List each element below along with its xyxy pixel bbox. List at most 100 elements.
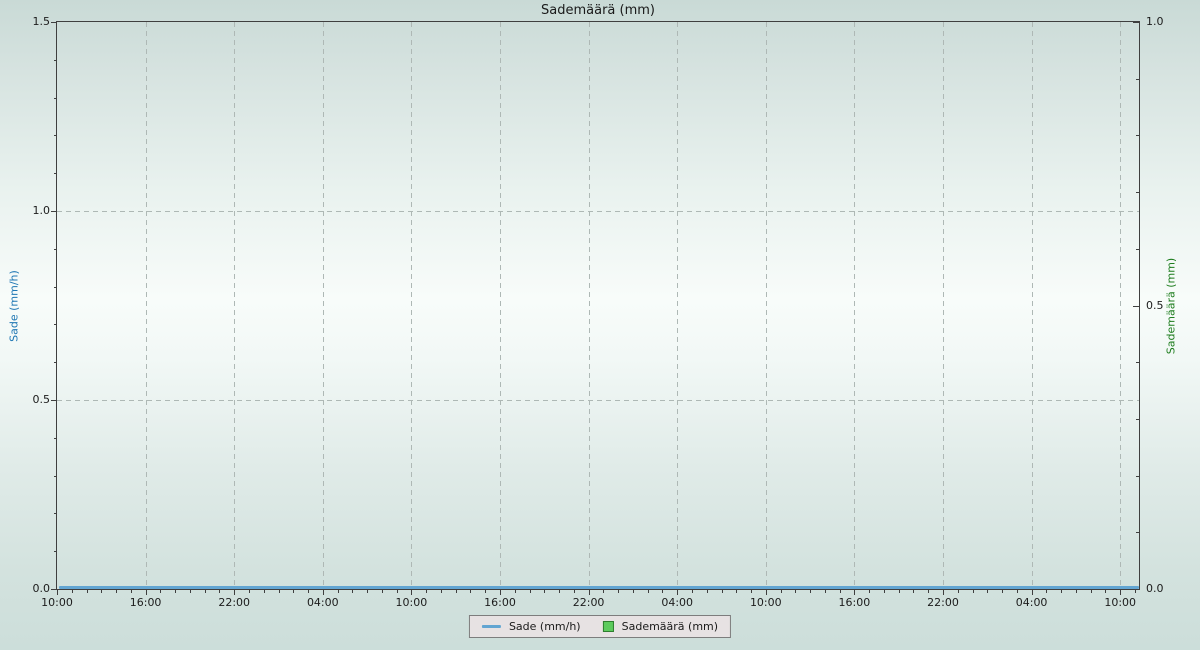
x-minor-tick: [426, 589, 427, 593]
legend-item-sade: Sade (mm/h): [482, 620, 581, 633]
x-minor-tick: [1017, 589, 1018, 593]
y-left-minor-tick: [54, 476, 57, 477]
x-minor-tick: [72, 589, 73, 593]
x-minor-tick: [825, 589, 826, 593]
y-left-major-tick: [51, 400, 57, 401]
legend-item-sademaara: Sademäärä (mm): [603, 620, 718, 633]
v-gridline: [766, 22, 767, 589]
x-tick-label: 04:00: [1002, 596, 1062, 609]
sade-series-line: [59, 586, 1139, 589]
chart-title: Sademäärä (mm): [57, 3, 1139, 18]
y-right-minor-tick: [1136, 476, 1139, 477]
x-minor-tick: [958, 589, 959, 593]
y-left-minor-tick: [54, 513, 57, 514]
x-major-tick: [943, 589, 944, 595]
x-minor-tick: [397, 589, 398, 593]
y-left-minor-tick: [54, 551, 57, 552]
x-minor-tick: [1076, 589, 1077, 593]
y-left-minor-tick: [54, 249, 57, 250]
h-gridline: [57, 211, 1139, 212]
y-left-tick-label: 0.0: [0, 582, 50, 595]
x-major-tick: [1032, 589, 1033, 595]
x-minor-tick: [456, 589, 457, 593]
x-minor-tick: [987, 589, 988, 593]
legend-square-marker-icon: [603, 621, 614, 632]
x-tick-label: 04:00: [647, 596, 707, 609]
x-tick-label: 16:00: [470, 596, 530, 609]
y-left-major-tick: [51, 22, 57, 23]
v-gridline: [854, 22, 855, 589]
x-minor-tick: [810, 589, 811, 593]
x-minor-tick: [928, 589, 929, 593]
x-minor-tick: [205, 589, 206, 593]
legend: Sade (mm/h) Sademäärä (mm): [469, 615, 731, 638]
x-minor-tick: [633, 589, 634, 593]
x-minor-tick: [264, 589, 265, 593]
y-right-major-tick: [1133, 22, 1139, 23]
x-minor-tick: [544, 589, 545, 593]
plot-area: [56, 21, 1140, 590]
y-left-minor-tick: [54, 173, 57, 174]
v-gridline: [500, 22, 501, 589]
x-minor-tick: [308, 589, 309, 593]
y-right-minor-tick: [1136, 135, 1139, 136]
x-minor-tick: [781, 589, 782, 593]
x-minor-tick: [618, 589, 619, 593]
x-minor-tick: [559, 589, 560, 593]
y-left-major-tick: [51, 211, 57, 212]
x-minor-tick: [1061, 589, 1062, 593]
x-minor-tick: [869, 589, 870, 593]
h-gridline: [57, 400, 1139, 401]
y-right-minor-tick: [1136, 532, 1139, 533]
v-gridline: [943, 22, 944, 589]
v-gridline: [146, 22, 147, 589]
y-right-minor-tick: [1136, 192, 1139, 193]
x-minor-tick: [485, 589, 486, 593]
x-minor-tick: [175, 589, 176, 593]
y-right-major-tick: [1133, 589, 1139, 590]
y-left-tick-label: 1.0: [0, 204, 50, 217]
y-left-minor-tick: [54, 287, 57, 288]
y-right-tick-label: 1.0: [1146, 15, 1196, 28]
x-major-tick: [411, 589, 412, 595]
v-gridline: [677, 22, 678, 589]
y-left-minor-tick: [54, 362, 57, 363]
y-right-tick-label: 0.0: [1146, 582, 1196, 595]
v-gridline: [411, 22, 412, 589]
x-minor-tick: [160, 589, 161, 593]
x-major-tick: [589, 589, 590, 595]
y-right-major-tick: [1133, 306, 1139, 307]
x-minor-tick: [973, 589, 974, 593]
x-minor-tick: [795, 589, 796, 593]
x-tick-label: 16:00: [116, 596, 176, 609]
x-tick-label: 10:00: [736, 596, 796, 609]
x-major-tick: [766, 589, 767, 595]
y-left-minor-tick: [54, 324, 57, 325]
x-minor-tick: [1002, 589, 1003, 593]
x-tick-label: 22:00: [559, 596, 619, 609]
x-tick-label: 10:00: [27, 596, 87, 609]
x-minor-tick: [367, 589, 368, 593]
y-left-minor-tick: [54, 135, 57, 136]
x-major-tick: [146, 589, 147, 595]
v-gridline: [589, 22, 590, 589]
x-minor-tick: [352, 589, 353, 593]
v-gridline: [1032, 22, 1033, 589]
x-minor-tick: [338, 589, 339, 593]
x-major-tick: [677, 589, 678, 595]
x-minor-tick: [249, 589, 250, 593]
x-minor-tick: [87, 589, 88, 593]
y-left-minor-tick: [54, 438, 57, 439]
y-left-major-tick: [51, 589, 57, 590]
x-minor-tick: [279, 589, 280, 593]
x-minor-tick: [441, 589, 442, 593]
y-right-tick-label: 0.5: [1146, 299, 1196, 312]
x-minor-tick: [692, 589, 693, 593]
x-tick-label: 22:00: [913, 596, 973, 609]
x-minor-tick: [899, 589, 900, 593]
x-minor-tick: [530, 589, 531, 593]
x-minor-tick: [1046, 589, 1047, 593]
x-tick-label: 22:00: [204, 596, 264, 609]
x-major-tick: [500, 589, 501, 595]
legend-line-marker-icon: [482, 625, 501, 628]
